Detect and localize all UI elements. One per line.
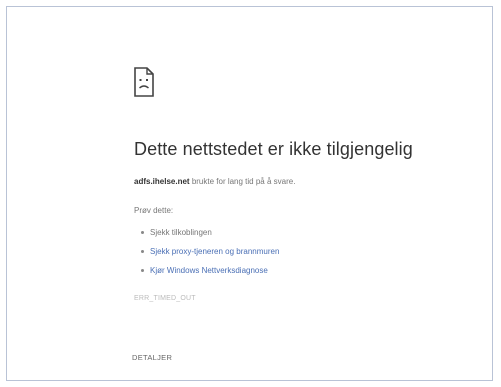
- suggestion-check-proxy-link[interactable]: Sjekk proxy-tjeneren og brannmuren: [140, 242, 279, 261]
- suggestions-heading: Prøv dette:: [134, 206, 174, 215]
- browser-page: Dette nettstedet er ikke tilgjengelig ad…: [6, 6, 493, 381]
- error-code: ERR_TIMED_OUT: [134, 295, 196, 302]
- error-host: adfs.ihelse.net: [134, 177, 190, 186]
- suggestion-check-connection: Sjekk tilkoblingen: [140, 223, 279, 242]
- suggestion-run-diagnostics-link[interactable]: Kjør Windows Nettverksdiagnose: [140, 261, 279, 280]
- sad-page-icon: [134, 67, 154, 97]
- error-title: Dette nettstedet er ikke tilgjengelig: [134, 139, 413, 159]
- suggestions-list: Sjekk tilkoblingen Sjekk proxy-tjeneren …: [134, 223, 279, 280]
- error-message-text: brukte for lang tid på å svare.: [191, 177, 296, 186]
- details-button[interactable]: DETALJER: [132, 353, 172, 362]
- error-message: adfs.ihelse.net brukte for lang tid på å…: [134, 177, 295, 186]
